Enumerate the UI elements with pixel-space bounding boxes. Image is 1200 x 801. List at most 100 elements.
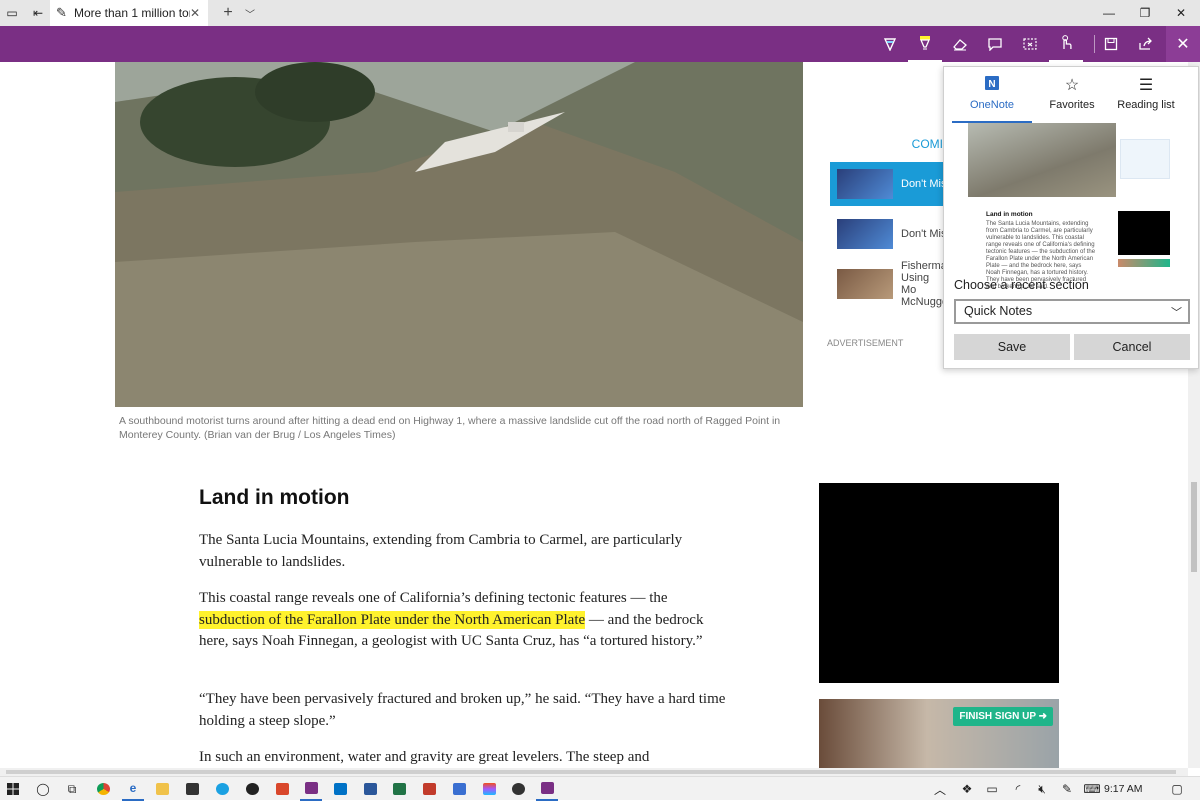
store-icon[interactable] xyxy=(181,777,203,801)
tab-onenote[interactable]: N OneNote xyxy=(952,67,1032,123)
section-label: Choose a recent section xyxy=(954,278,1089,292)
volume-muted-icon[interactable]: 🔇︎ xyxy=(1031,777,1053,801)
chevron-up-icon[interactable]: ︿ xyxy=(929,777,951,801)
section-dropdown[interactable]: Quick Notes ﹀ xyxy=(954,299,1190,324)
xbox-icon[interactable] xyxy=(507,777,529,801)
battery-icon[interactable]: ▭ xyxy=(981,777,1003,801)
cortana-icon[interactable]: ◯ xyxy=(32,777,54,801)
section-value: Quick Notes xyxy=(964,304,1033,318)
tab-favorites[interactable]: ☆ Favorites xyxy=(1032,67,1112,123)
cancel-button[interactable]: Cancel xyxy=(1074,334,1190,360)
video-player[interactable] xyxy=(819,483,1059,683)
preview-video xyxy=(1118,211,1170,255)
save-button[interactable]: Save xyxy=(954,334,1070,360)
svg-text:N: N xyxy=(988,79,995,90)
web-note-toolbar: ✕ xyxy=(0,26,1200,62)
article-paragraph: This coastal range reveals one of Califo… xyxy=(199,588,729,653)
start-icon[interactable] xyxy=(2,777,24,801)
ad-item-text: Don't Mis xyxy=(901,178,947,190)
article-paragraph: “They have been pervasively fractured an… xyxy=(199,691,726,729)
outlook-icon[interactable] xyxy=(329,777,351,801)
skype-icon[interactable] xyxy=(211,777,233,801)
minimize-icon[interactable]: — xyxy=(1090,0,1128,26)
photo-caption: A southbound motorist turns around after… xyxy=(119,415,781,441)
task-view-icon[interactable]: ⧉ xyxy=(61,777,83,801)
save-web-note-flyout: N OneNote ☆ Favorites ☰ Reading list Lan… xyxy=(943,66,1199,369)
highlighter-icon[interactable] xyxy=(908,26,942,62)
keyboard-icon[interactable]: ⌨ xyxy=(1081,777,1103,801)
article-paragraph: In such an environment, water and gravit… xyxy=(199,749,650,765)
wifi-icon[interactable]: ◜ xyxy=(1007,777,1029,801)
share-icon[interactable] xyxy=(1129,26,1163,62)
mail-icon[interactable] xyxy=(418,777,440,801)
section-heading: Land in motion xyxy=(199,486,350,509)
tab-label: Favorites xyxy=(1049,99,1095,111)
highlighted-text: subduction of the Farallon Plate under t… xyxy=(199,610,586,629)
eraser-icon[interactable] xyxy=(943,26,977,62)
tab-reading-list[interactable]: ☰ Reading list xyxy=(1106,67,1186,123)
close-window-icon[interactable]: ✕ xyxy=(1162,0,1200,26)
dropbox-icon[interactable]: ❖ xyxy=(956,777,978,801)
pen-workspace-icon[interactable]: ✎ xyxy=(1056,777,1078,801)
scrollbar-thumb[interactable] xyxy=(1191,482,1197,572)
scrollbar-thumb[interactable] xyxy=(6,770,1176,774)
landslide-photo xyxy=(115,62,803,407)
paragraph-text: This coastal range reveals one of Califo… xyxy=(199,590,668,606)
preview-promo xyxy=(1118,259,1170,267)
note-preview: Land in motion The Santa Lucia Mountains… xyxy=(968,123,1174,290)
chrome-icon[interactable] xyxy=(92,777,114,801)
todo-icon[interactable] xyxy=(271,777,293,801)
figma-icon[interactable] xyxy=(478,777,500,801)
ad-list-item[interactable]: Fisherma Using Mo McNugge xyxy=(830,260,950,308)
restore-icon[interactable]: ❐ xyxy=(1126,0,1164,26)
tab-label: OneNote xyxy=(969,99,1015,111)
ad-item-text: Don't Mis xyxy=(901,228,947,240)
word-icon[interactable] xyxy=(359,777,381,801)
action-center-icon[interactable]: ▢ xyxy=(1166,777,1188,801)
save-web-note-icon[interactable] xyxy=(1094,26,1128,62)
preview-sidebar xyxy=(1120,139,1170,179)
ad-thumbnail xyxy=(837,269,893,299)
tab-preview-icon[interactable]: ▭ xyxy=(0,0,24,26)
tab-title: More than 1 million ton xyxy=(74,6,190,20)
tab-label: Reading list xyxy=(1117,99,1175,111)
edge-icon[interactable]: e xyxy=(122,777,144,801)
ad-list-item[interactable]: Don't Mis xyxy=(830,212,950,256)
browser-tab[interactable]: ✎ More than 1 million ton ✕ xyxy=(50,0,208,26)
new-tab-icon[interactable]: + xyxy=(218,0,238,26)
notes-icon[interactable] xyxy=(448,777,470,801)
tab-bar: ▭ ⇤ ✎ More than 1 million ton ✕ + ﹀ — ❐ … xyxy=(0,0,1200,26)
chevron-down-icon: ﹀ xyxy=(1171,307,1182,319)
ad-thumbnail xyxy=(837,169,893,199)
pen-icon[interactable] xyxy=(873,26,907,62)
preview-image xyxy=(968,123,1116,197)
excel-icon[interactable] xyxy=(388,777,410,801)
inking-pen-icon: ✎ xyxy=(56,5,67,20)
ad-item-text: Fisherma Using Mo McNugge xyxy=(901,260,949,308)
onenote-icon: N xyxy=(952,75,1032,95)
reading-list-icon: ☰ xyxy=(1138,77,1154,94)
close-tab-icon[interactable]: ✕ xyxy=(190,6,202,20)
finish-signup-button[interactable]: FINISH SIGN UP ➜ xyxy=(953,707,1053,726)
set-aside-tabs-icon[interactable]: ⇤ xyxy=(26,0,50,26)
exit-web-note-icon[interactable]: ✕ xyxy=(1166,26,1200,62)
ad-list-item[interactable]: Don't Mis xyxy=(830,162,950,206)
preview-heading: Land in motion xyxy=(986,211,1033,218)
advertisement-label: ADVERTISEMENT xyxy=(827,338,904,348)
onenote-taskbar-icon[interactable] xyxy=(300,777,322,801)
onenote-app-icon[interactable] xyxy=(536,777,558,801)
clock[interactable]: 9:17 AM xyxy=(1104,777,1143,801)
article-paragraph: The Santa Lucia Mountains, extending fro… xyxy=(199,532,683,570)
steam-icon[interactable] xyxy=(241,777,263,801)
file-explorer-icon[interactable] xyxy=(151,777,173,801)
add-note-icon[interactable] xyxy=(978,26,1012,62)
tab-list-icon[interactable]: ﹀ xyxy=(240,0,260,26)
star-icon: ☆ xyxy=(1064,77,1080,94)
horizontal-scrollbar[interactable] xyxy=(0,768,1188,776)
touch-writing-icon[interactable] xyxy=(1049,26,1083,62)
promo-ad[interactable]: FINISH SIGN UP ➜ xyxy=(819,699,1059,768)
clip-icon[interactable] xyxy=(1013,26,1047,62)
ad-title: COMI xyxy=(911,137,943,151)
ad-thumbnail xyxy=(837,219,893,249)
taskbar: ◯ ⧉ e ︿ ❖ ▭ ◜ 🔇︎ ✎ ⌨ 9:17 AM ▢ xyxy=(0,776,1200,801)
